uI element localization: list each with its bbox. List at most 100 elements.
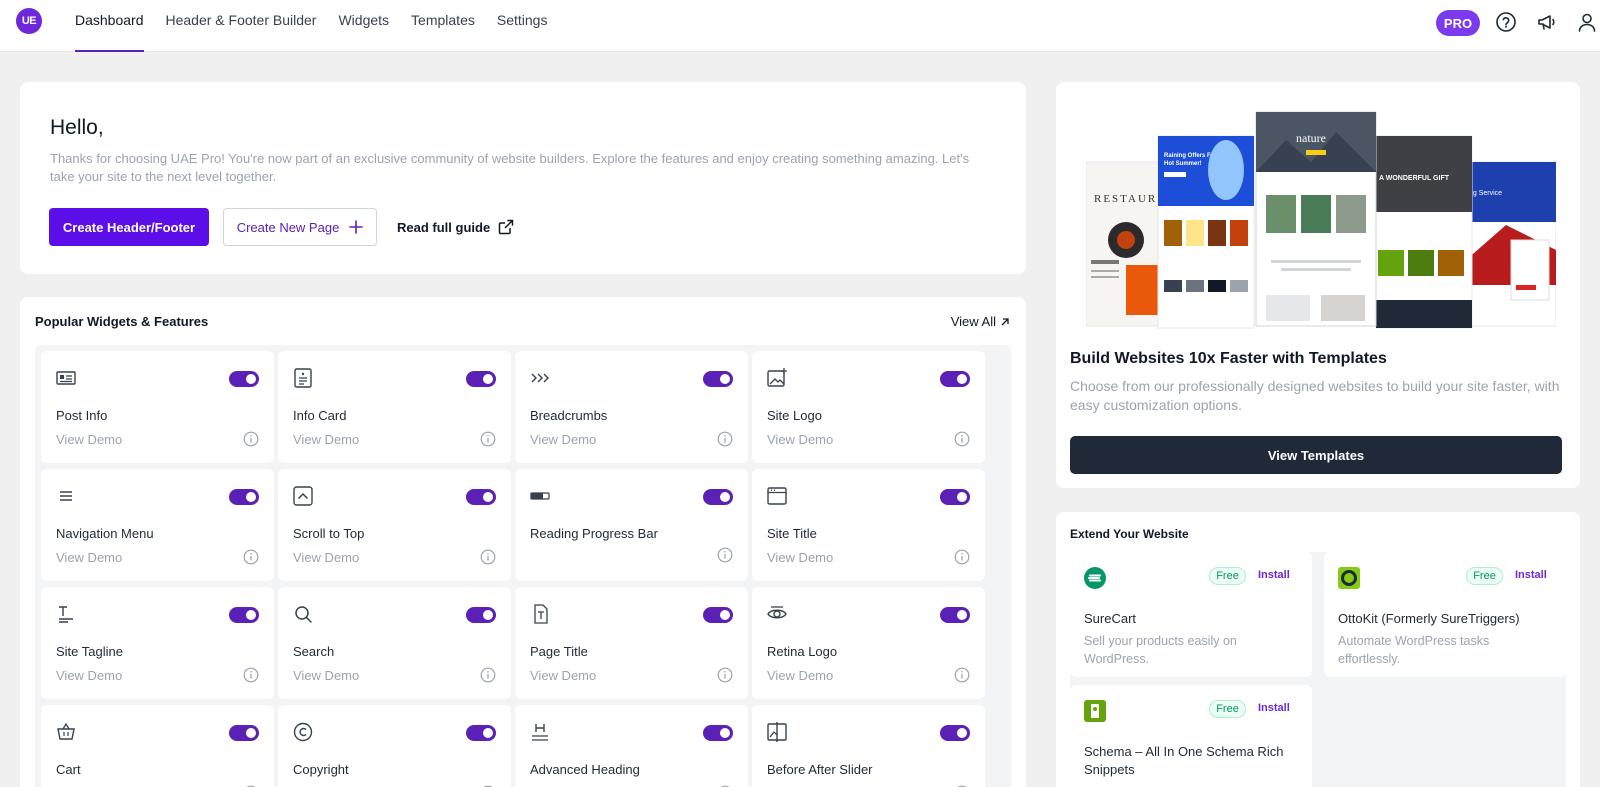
- info-icon[interactable]: [717, 667, 733, 683]
- widget-toggle[interactable]: [940, 371, 970, 387]
- post-info-icon: [55, 367, 77, 389]
- widget-name: Site Title: [767, 526, 817, 541]
- before-after-icon: [766, 721, 788, 743]
- view-demo-link[interactable]: View Demo: [767, 668, 833, 683]
- widget-toggle[interactable]: [229, 489, 259, 505]
- plugin-card-schema: Free Install Schema – All In One Schema …: [1070, 685, 1312, 787]
- user-icon[interactable]: [1574, 9, 1600, 35]
- help-icon[interactable]: [1493, 9, 1519, 35]
- pro-badge[interactable]: PRO: [1436, 10, 1480, 36]
- nav-templates[interactable]: Templates: [411, 0, 475, 52]
- nav-settings[interactable]: Settings: [497, 0, 548, 52]
- widget-name: Site Logo: [767, 408, 822, 423]
- site-title-icon: [766, 485, 788, 507]
- info-icon[interactable]: [480, 667, 496, 683]
- view-demo-link[interactable]: View Demo: [56, 432, 122, 447]
- view-demo-link[interactable]: View Demo: [293, 432, 359, 447]
- widget-toggle[interactable]: [703, 489, 733, 505]
- nav-widgets[interactable]: Widgets: [338, 0, 389, 52]
- widget-toggle[interactable]: [229, 725, 259, 741]
- uae-logo[interactable]: UE: [16, 8, 42, 34]
- megaphone-icon[interactable]: [1534, 9, 1560, 35]
- info-icon[interactable]: [717, 547, 733, 563]
- widget-name: Site Tagline: [56, 644, 123, 659]
- widget-tile-navigation-menu: Navigation Menu View Demo: [41, 469, 274, 581]
- widget-name: Breadcrumbs: [530, 408, 608, 423]
- view-all-link[interactable]: View All: [951, 314, 1010, 329]
- view-demo-link[interactable]: View Demo: [56, 668, 122, 683]
- widget-name: Navigation Menu: [56, 526, 154, 541]
- info-icon[interactable]: [243, 431, 259, 447]
- widget-tile-before-after-slider: Before After SliderView Demo: [752, 705, 985, 787]
- info-icon[interactable]: [954, 667, 970, 683]
- widget-name: Cart: [56, 762, 81, 777]
- widget-toggle[interactable]: [466, 371, 496, 387]
- tagline-icon: [55, 603, 77, 625]
- widget-toggle[interactable]: [703, 725, 733, 741]
- info-icon[interactable]: [717, 431, 733, 447]
- view-all-label: View All: [950, 314, 996, 329]
- page-title-icon: [529, 603, 551, 625]
- view-demo-link[interactable]: View Demo: [767, 432, 833, 447]
- preview-offer-text: Raining Offers For: [1164, 153, 1217, 159]
- breadcrumbs-icon: [529, 367, 551, 389]
- schema-icon: [1084, 700, 1106, 722]
- info-icon[interactable]: [954, 431, 970, 447]
- widget-toggle[interactable]: [703, 607, 733, 623]
- info-icon[interactable]: [954, 549, 970, 565]
- search-icon: [292, 603, 314, 625]
- widget-toggle[interactable]: [940, 607, 970, 623]
- view-demo-link[interactable]: View Demo: [293, 550, 359, 565]
- preview-nature-text: nature: [1296, 131, 1326, 145]
- plugin-description: Sell your products easily on WordPress.: [1084, 634, 1237, 666]
- plugin-name: SureCart: [1084, 611, 1137, 626]
- widget-toggle[interactable]: [703, 371, 733, 387]
- widget-tile-advanced-heading: Advanced HeadingView Demo: [515, 705, 748, 787]
- surecart-icon: [1084, 567, 1106, 589]
- plugin-card-ottokit: Free Install OttoKit (Formerly SureTrigg…: [1324, 552, 1566, 677]
- widget-toggle[interactable]: [466, 489, 496, 505]
- widget-name: Before After Slider: [767, 762, 873, 777]
- heading-icon: [529, 721, 551, 743]
- plugin-grid: Free Install SureCart Sell your products…: [1070, 552, 1566, 787]
- copyright-icon: [292, 721, 314, 743]
- info-icon[interactable]: [480, 549, 496, 565]
- widget-toggle[interactable]: [466, 725, 496, 741]
- widget-toggle[interactable]: [466, 607, 496, 623]
- widget-toggle[interactable]: [940, 725, 970, 741]
- install-schema-button[interactable]: Install: [1258, 702, 1290, 714]
- widget-toggle[interactable]: [229, 607, 259, 623]
- widget-name: Search: [293, 644, 335, 659]
- view-demo-link[interactable]: View Demo: [530, 668, 596, 683]
- view-templates-button[interactable]: View Templates: [1070, 436, 1562, 474]
- widget-toggle[interactable]: [940, 489, 970, 505]
- svg-text:Hot Summer!: Hot Summer!: [1164, 161, 1202, 167]
- widget-name: Reading Progress Bar: [530, 526, 658, 541]
- view-demo-link[interactable]: View Demo: [767, 550, 833, 565]
- ottokit-icon: [1338, 567, 1360, 589]
- widget-name: Info Card: [293, 408, 347, 423]
- nav-dashboard[interactable]: Dashboard: [75, 0, 144, 52]
- nav-header-footer-builder[interactable]: Header & Footer Builder: [166, 0, 317, 52]
- widget-grid: Post Info View Demo Info Card View Demo Brea…: [35, 345, 1011, 787]
- widget-tile-post-info: Post Info View Demo: [41, 351, 274, 463]
- view-demo-link[interactable]: View Demo: [530, 432, 596, 447]
- widget-name: Copyright: [293, 762, 349, 777]
- install-ottokit-button[interactable]: Install: [1515, 569, 1547, 581]
- view-demo-link[interactable]: View Demo: [56, 550, 122, 565]
- info-icon[interactable]: [243, 667, 259, 683]
- create-header-footer-button[interactable]: Create Header/Footer: [49, 208, 209, 246]
- welcome-card: Hello, Thanks for choosing UAE Pro! You'…: [20, 82, 1026, 274]
- info-icon[interactable]: [243, 549, 259, 565]
- extend-website-card: Extend Your Website Free Install SureCar…: [1056, 512, 1580, 787]
- templates-card: RESTAUR ng Service Raining Offers For Ho…: [1056, 82, 1580, 488]
- install-surecart-button[interactable]: Install: [1258, 569, 1290, 581]
- info-icon[interactable]: [480, 431, 496, 447]
- create-new-page-button[interactable]: Create New Page: [223, 208, 377, 246]
- read-full-guide-link[interactable]: Read full guide: [397, 208, 514, 246]
- view-demo-link[interactable]: View Demo: [293, 668, 359, 683]
- menu-icon: [55, 485, 77, 507]
- free-badge: Free: [1209, 700, 1246, 718]
- widget-toggle[interactable]: [229, 371, 259, 387]
- top-navigation-bar: UE Dashboard Header & Footer Builder Wid…: [0, 0, 1600, 52]
